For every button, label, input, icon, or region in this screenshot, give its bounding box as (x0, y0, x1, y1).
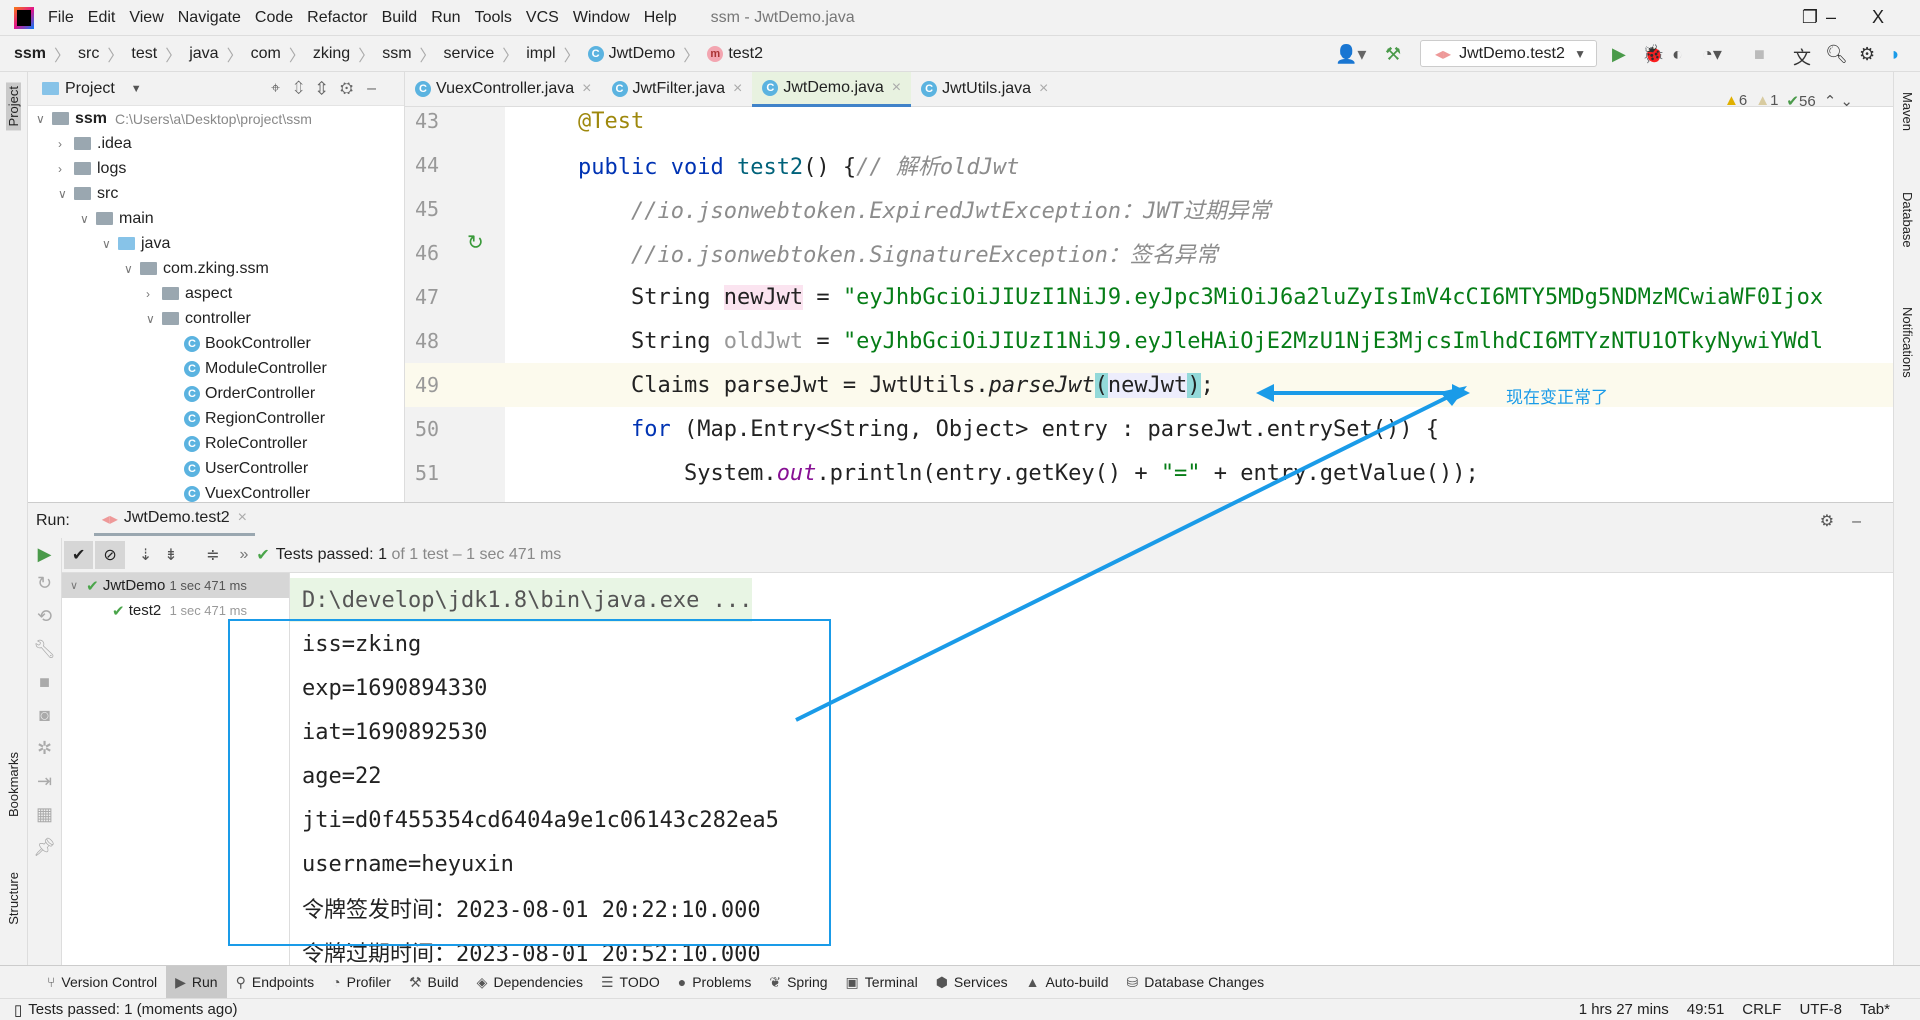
tool-auto-build[interactable]: ▲ Auto-build (1017, 966, 1118, 999)
tool-problems[interactable]: ● Problems (669, 966, 761, 999)
tool-run[interactable]: ▶ Run (166, 965, 227, 999)
tool-label: Build (427, 974, 459, 990)
status-bar: ▯ Tests passed: 1 (moments ago) 1 hrs 27… (0, 998, 1920, 1020)
status-position[interactable]: 49:51 (1687, 1001, 1725, 1018)
tool-version-control[interactable]: ⑂ Version Control (38, 966, 166, 999)
tool-label: Endpoints (251, 974, 315, 990)
status-encoding[interactable]: UTF-8 (1799, 1001, 1842, 1018)
version-control-icon: ⑂ (47, 974, 56, 990)
tool-label: Dependencies (493, 974, 583, 990)
status-indent[interactable]: Tab* (1860, 1001, 1890, 1018)
problems-icon: ● (677, 974, 687, 990)
tool-label: Profiler (346, 974, 391, 990)
tool-terminal[interactable]: ▣ Terminal (837, 966, 927, 999)
dependencies-icon: ◈ (476, 973, 488, 990)
tool-dependencies[interactable]: ◈ Dependencies (468, 966, 592, 999)
tool-label: Database Changes (1144, 974, 1265, 990)
tool-label: Problems (692, 974, 752, 990)
run-icon: ▶ (175, 973, 186, 990)
tool-label: Terminal (864, 974, 918, 990)
build-icon: ⚒ (408, 973, 422, 990)
tool-label: Spring (787, 974, 828, 990)
status-panel-icon[interactable]: ▯ (14, 1001, 22, 1019)
tool-todo[interactable]: ☰ TODO (592, 966, 669, 999)
annotation-arrow (795, 393, 1453, 722)
auto-build-icon: ▲ (1025, 974, 1040, 990)
profiler-icon: ◔ (332, 974, 341, 990)
terminal-icon: ▣ (845, 973, 859, 990)
status-line-separator[interactable]: CRLF (1742, 1001, 1781, 1018)
tool-profiler[interactable]: ◔ Profiler (323, 966, 400, 999)
tool-label: Version Control (61, 974, 158, 990)
tool-label: TODO (619, 974, 660, 990)
tool-endpoints[interactable]: ⚲ Endpoints (227, 966, 324, 999)
annotation-layer (228, 384, 1470, 946)
tool-database-changes[interactable]: ⛁ Database Changes (1118, 966, 1274, 999)
tool-services[interactable]: ⬢ Services (927, 966, 1017, 999)
tool-label: Services (953, 974, 1008, 990)
annotation-note: 现在变正常了 (1506, 388, 1608, 407)
status-message[interactable]: Tests passed: 1 (moments ago) (28, 1001, 237, 1018)
services-icon: ⬢ (935, 973, 948, 990)
todo-icon: ☰ (600, 973, 614, 990)
endpoints-icon: ⚲ (235, 973, 246, 990)
tool-label: Run (191, 974, 218, 990)
highlight-box (228, 619, 831, 946)
database-changes-icon: ⛁ (1126, 973, 1139, 990)
tool-spring[interactable]: ❦ Spring (760, 966, 836, 999)
spring-icon: ❦ (769, 973, 782, 990)
tool-label: Auto-build (1045, 974, 1109, 990)
tool-build[interactable]: ⚒ Build (400, 966, 468, 999)
bottom-tool-bar: ⑂ Version Control ▶ Run ⚲ Endpoints ◔ Profiler ⚒… (0, 965, 1920, 999)
status-time[interactable]: 1 hrs 27 mins (1579, 1001, 1669, 1018)
